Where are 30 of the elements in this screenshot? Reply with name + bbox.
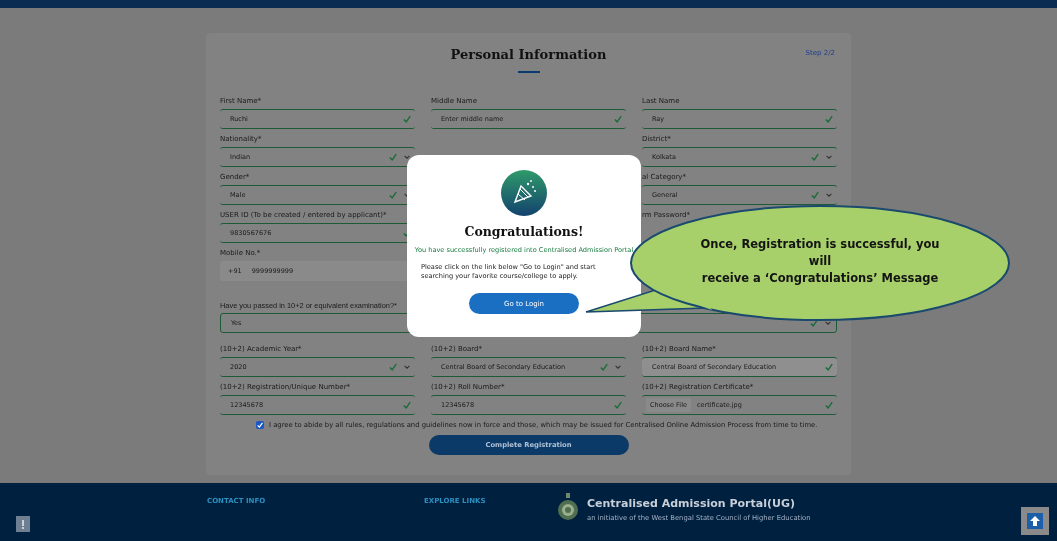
form-title: Personal Information — [450, 47, 607, 62]
check-icon — [614, 401, 622, 409]
check-icon — [403, 115, 411, 123]
check-icon — [811, 153, 819, 161]
chevron-down-icon — [403, 363, 411, 371]
chevron-down-icon — [825, 191, 833, 199]
feedback-button[interactable] — [16, 516, 30, 532]
callout-text: Once, Registration is successful, you will receive a ‘Congratulations’ Message — [699, 236, 941, 287]
exclamation-icon — [21, 519, 25, 529]
agree-checkbox[interactable] — [256, 421, 264, 429]
check-icon — [825, 363, 833, 371]
check-icon — [825, 401, 833, 409]
scroll-up-button[interactable] — [1021, 507, 1049, 535]
check-icon — [825, 115, 833, 123]
check-icon — [600, 363, 608, 371]
chevron-down-icon — [614, 363, 622, 371]
check-icon — [403, 401, 411, 409]
arrow-up-icon — [1027, 513, 1043, 529]
chevron-down-icon — [403, 153, 411, 161]
dialog-title: Congratulations! — [464, 224, 584, 239]
party-popper-icon — [501, 170, 547, 216]
chevron-down-icon — [825, 153, 833, 161]
check-icon — [811, 191, 819, 199]
check-icon — [389, 191, 397, 199]
check-icon — [389, 363, 397, 371]
chevron-down-icon — [824, 319, 832, 327]
check-icon — [389, 153, 397, 161]
portal-title: Centralised Admission Portal(UG) — [587, 497, 796, 510]
emblem-icon — [557, 493, 579, 521]
check-icon — [614, 115, 622, 123]
